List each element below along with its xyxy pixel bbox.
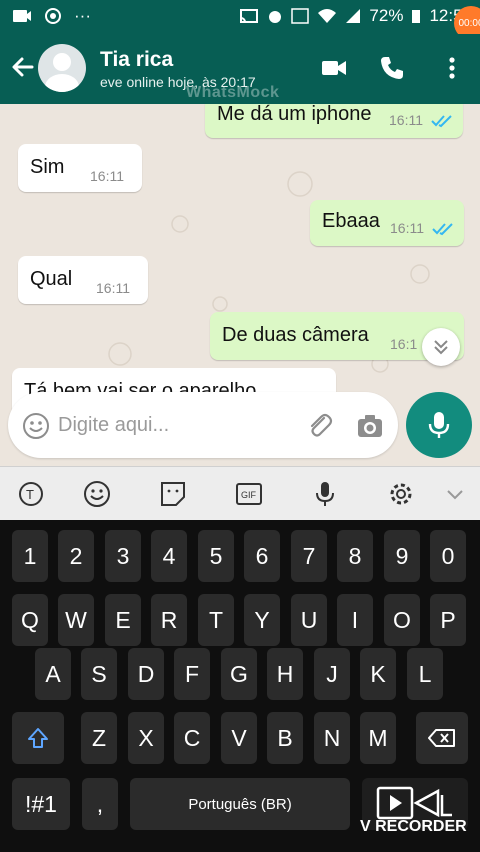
sticker-icon[interactable] [158, 479, 188, 509]
avatar[interactable] [38, 44, 86, 92]
key-4[interactable]: 4 [151, 530, 187, 582]
message-text: Qual [30, 268, 73, 290]
key-7[interactable]: 7 [291, 530, 327, 582]
key-n[interactable]: N [314, 712, 350, 764]
key-f[interactable]: F [174, 648, 210, 700]
symbols-key[interactable]: !#1 [12, 778, 70, 830]
key-p[interactable]: P [430, 594, 466, 646]
key-t[interactable]: T [198, 594, 234, 646]
microphone-icon [428, 412, 450, 438]
key-y[interactable]: Y [244, 594, 280, 646]
chevron-down-icon[interactable] [440, 479, 470, 509]
key-s[interactable]: S [81, 648, 117, 700]
key-2[interactable]: 2 [58, 530, 94, 582]
message-composer[interactable]: Digite aqui... [8, 392, 398, 458]
key-0[interactable]: 0 [430, 530, 466, 582]
scroll-to-bottom-button[interactable] [422, 328, 460, 366]
key-q[interactable]: Q [12, 594, 48, 646]
message-bubble-in[interactable]: Sim 16:11 [18, 144, 142, 192]
key-x[interactable]: X [128, 712, 164, 764]
key-b[interactable]: B [267, 712, 303, 764]
camera-icon[interactable] [356, 412, 384, 440]
key-1[interactable]: 1 [12, 530, 48, 582]
message-bubble-in[interactable]: Qual 16:11 [18, 256, 148, 304]
shift-arrow-icon [28, 728, 48, 748]
key-g[interactable]: G [221, 648, 257, 700]
phone-call-icon[interactable] [378, 54, 406, 82]
back-arrow-icon[interactable] [10, 54, 36, 80]
key-r[interactable]: R [151, 594, 187, 646]
video-recorder-icon [13, 10, 31, 22]
key-d[interactable]: D [128, 648, 164, 700]
contact-name[interactable]: Tia rica [100, 48, 173, 72]
key-9[interactable]: 9 [384, 530, 420, 582]
svg-text:GIF: GIF [241, 490, 257, 500]
message-bubble-out[interactable]: Ebaaa 16:11 [310, 200, 464, 246]
spacebar[interactable]: Português (BR) [130, 778, 350, 830]
chat-header: Tia rica eve online hoje, às 20:17 Whats… [0, 34, 480, 104]
emoji-icon[interactable] [82, 479, 112, 509]
key-3[interactable]: 3 [105, 530, 141, 582]
key-w[interactable]: W [58, 594, 94, 646]
message-time: 16:1 [390, 336, 418, 352]
emoji-icon[interactable] [22, 412, 50, 440]
read-receipt-icon [431, 115, 452, 128]
message-input[interactable]: Digite aqui... [58, 414, 169, 437]
video-call-icon[interactable] [320, 54, 348, 82]
key-8[interactable]: 8 [337, 530, 373, 582]
recorder-watermark: V RECORDER [360, 818, 467, 835]
keyboard-toolbar: T GIF [0, 466, 480, 520]
battery-icon [412, 10, 421, 23]
more-notifications-icon: ··· [74, 6, 91, 25]
key-m[interactable]: M [360, 712, 396, 764]
key-a[interactable]: A [35, 648, 71, 700]
wifi-icon [318, 9, 337, 23]
gif-icon[interactable]: GIF [234, 479, 264, 509]
key-l[interactable]: L [407, 648, 443, 700]
message-time: 16:11 [90, 168, 124, 184]
key-c[interactable]: C [174, 712, 210, 764]
sync-icon [45, 8, 61, 24]
message-bubble-out[interactable]: Me dá um iphone 16:11 [205, 104, 463, 138]
key-e[interactable]: E [105, 594, 141, 646]
cast-icon [240, 9, 259, 23]
volte-icon [291, 8, 310, 24]
backspace-key[interactable] [416, 712, 468, 764]
read-receipt-icon [432, 223, 453, 236]
settings-gear-icon[interactable] [386, 479, 416, 509]
key-h[interactable]: H [267, 648, 303, 700]
key-u[interactable]: U [291, 594, 327, 646]
text-translate-icon[interactable]: T [16, 479, 46, 509]
key-k[interactable]: K [360, 648, 396, 700]
double-chevron-down-icon [434, 340, 448, 355]
message-text: De duas câmera [222, 324, 369, 346]
message-time: 16:11 [96, 280, 130, 296]
key-o[interactable]: O [384, 594, 420, 646]
key-5[interactable]: 5 [198, 530, 234, 582]
alarm-icon [269, 11, 282, 23]
key-v[interactable]: V [221, 712, 257, 764]
app-watermark: WhatsMock [186, 84, 280, 101]
signal-icon [346, 9, 361, 23]
keyboard: 1 2 3 4 5 6 7 8 9 0 Q W E R T Y U I O P … [0, 520, 480, 852]
svg-text:T: T [26, 487, 34, 502]
voice-message-button[interactable] [406, 392, 472, 458]
comma-key[interactable]: , [82, 778, 118, 830]
key-z[interactable]: Z [81, 712, 117, 764]
paperclip-icon[interactable] [304, 410, 334, 440]
more-options-icon[interactable] [438, 54, 466, 82]
key-j[interactable]: J [314, 648, 350, 700]
status-bar: ··· 72% 12:55 00:00 [0, 0, 480, 40]
message-text: Me dá um iphone [217, 104, 372, 125]
message-time: 16:11 [389, 112, 423, 128]
voice-input-icon[interactable] [310, 479, 340, 509]
backspace-icon [428, 729, 455, 747]
shift-key[interactable] [12, 712, 64, 764]
battery-level: 72% [369, 6, 404, 25]
message-text: Ebaaa [322, 210, 380, 232]
key-6[interactable]: 6 [244, 530, 280, 582]
message-text: Sim [30, 156, 65, 178]
key-i[interactable]: I [337, 594, 373, 646]
message-time: 16:11 [390, 220, 424, 236]
